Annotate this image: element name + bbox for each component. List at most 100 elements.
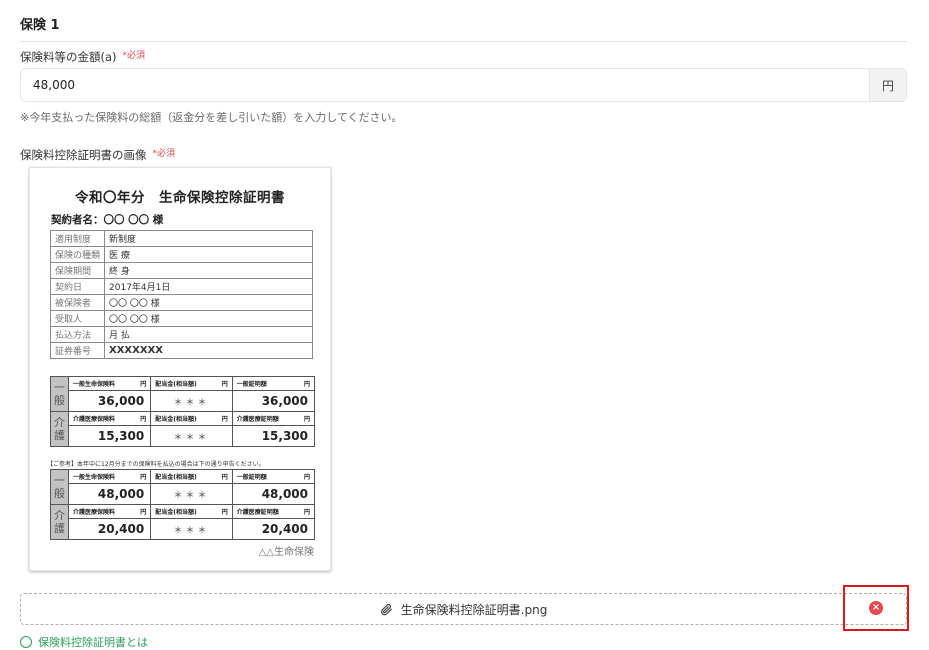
- info-key: 被保険者: [49, 294, 106, 311]
- header-text: 配当金(相当額): [155, 416, 197, 423]
- amount-header: 介護医療保険料 円: [67, 504, 152, 519]
- amount-header: 介護医療証明額 円: [231, 504, 316, 519]
- yen-mark: 円: [221, 474, 228, 481]
- info-value: 新制度: [104, 230, 313, 247]
- table-row: 受取人 〇〇 〇〇 様: [49, 310, 313, 327]
- info-key: 払込方法: [49, 326, 106, 343]
- table-row: 48,000 ＊＊＊ 48,000: [51, 483, 316, 505]
- premium-input-group: 円: [20, 68, 907, 102]
- amount-value: 15,300: [67, 425, 152, 447]
- yen-mark: 円: [140, 381, 147, 388]
- amount-value: 20,400: [67, 518, 152, 540]
- certificate-contractor: 契約者名：〇〇 〇〇 様: [51, 214, 164, 226]
- general-side-label: 一般: [50, 469, 69, 505]
- care-side-label: 介護: [50, 504, 69, 540]
- amount-value: 48,000: [67, 483, 152, 505]
- amount-header: 一般証明額 円: [231, 376, 316, 391]
- amount-header: 一般生命保険料 円: [67, 469, 152, 484]
- table-row: 保険期間終 身: [49, 262, 313, 279]
- table-row: 一般 一般生命保険料 円 配当金(相当額) 円 一般証明額 円: [50, 469, 316, 505]
- amount-header: 介護医療証明額 円: [231, 411, 316, 426]
- required-mark: *必須: [122, 51, 146, 61]
- attached-file-name: 生命保険料控除証明書.png: [400, 602, 548, 617]
- image-field-label: 保険料控除証明書の画像 *必須: [20, 146, 175, 163]
- amount-header: 一般証明額 円: [231, 469, 316, 484]
- amount-value: 36,000: [231, 390, 316, 412]
- amount-value: 36,000: [67, 390, 152, 412]
- info-value: 2017年4月1日: [104, 278, 313, 295]
- header-text: 一般証明額: [236, 474, 267, 481]
- premium-field-label: 保険料等の金額(a) *必須: [20, 48, 145, 65]
- yen-mark: 円: [221, 509, 228, 516]
- yen-mark: 円: [140, 509, 147, 516]
- info-key: 受取人: [49, 310, 106, 327]
- amount-value: ＊＊＊: [150, 425, 233, 447]
- info-key: 保険の種類: [49, 246, 106, 263]
- premium-hint: ※今年支払った保険料の総額（返金分を差し引いた額）を入力してください。: [20, 111, 403, 124]
- section-title: 保険 1: [20, 18, 60, 33]
- info-value: 〇〇 〇〇 様: [104, 310, 313, 327]
- yen-mark: 円: [303, 509, 310, 516]
- general-side-label: 一般: [50, 376, 69, 412]
- certificate-issuer: △△生命保険: [258, 547, 314, 558]
- info-value: 月 払: [104, 326, 313, 343]
- certificate-image-preview: 令和〇年分 生命保険控除証明書 契約者名：〇〇 〇〇 様 適用制度 新制度 保険の…: [29, 167, 331, 571]
- yen-mark: 円: [303, 474, 310, 481]
- header-text: 一般生命保険料: [73, 474, 116, 481]
- table-row: 介護 介護医療保険料 円 配当金(相当額) 円 介護医療証明額 円: [50, 411, 316, 447]
- amount-header: 配当金(相当額) 円: [150, 411, 233, 426]
- info-key: 証券番号: [49, 342, 106, 359]
- info-value: 終 身: [104, 262, 313, 279]
- info-key: 適用制度: [49, 230, 106, 247]
- care-side-label: 介護: [50, 411, 69, 447]
- table-row: 36,000 ＊＊＊ 36,000: [51, 390, 316, 412]
- table-row: 証券番号 XXXXXXX: [49, 342, 313, 359]
- certificate-info-link-label: 保険料控除証明書とは: [38, 636, 148, 649]
- premium-amount-input[interactable]: [21, 69, 871, 101]
- info-value: XXXXXXX: [104, 342, 313, 359]
- info-value: 〇〇 〇〇 様: [104, 294, 313, 311]
- info-value: 医 療: [104, 246, 313, 263]
- table-row: 払込方法月 払: [49, 326, 313, 343]
- remove-file-button[interactable]: ×: [843, 585, 909, 631]
- header-text: 介護医療保険料: [73, 416, 116, 423]
- table-row: 契約日 2017年4月1日: [49, 278, 313, 295]
- header-text: 介護医療保険料: [73, 509, 116, 516]
- amount-header: 介護医療保険料 円: [67, 411, 152, 426]
- table-row: 一般 一般生命保険料 円 配当金(相当額) 円 一般証明額 円: [50, 376, 316, 412]
- amount-table-reference: 一般 一般生命保険料円 配当金(相当額) 円 一般証明額円 48,000 ＊＊＊ …: [50, 469, 316, 540]
- table-row: 適用制度 新制度: [49, 230, 313, 247]
- close-circle-icon: ×: [869, 601, 883, 615]
- header-text: 配当金(相当額): [155, 509, 197, 516]
- yen-mark: 円: [303, 381, 310, 388]
- divider: [20, 41, 907, 42]
- header-text: 介護医療証明額: [236, 416, 279, 423]
- certificate-info-table: 適用制度 新制度 保険の種類医 療 保険期間終 身 契約日 2017年4月1日 被保…: [49, 230, 313, 359]
- yen-mark: 円: [140, 416, 147, 423]
- table-row: 被保険者 〇〇 〇〇 様: [49, 294, 313, 311]
- yen-mark: 円: [140, 474, 147, 481]
- amount-header: 配当金(相当額) 円: [150, 469, 233, 484]
- attached-file-bar[interactable]: 生命保険料控除証明書.png: [20, 593, 907, 625]
- yen-mark: 円: [221, 416, 228, 423]
- yen-mark: 円: [303, 416, 310, 423]
- header-text: 配当金(相当額): [155, 474, 197, 481]
- amount-value: 20,400: [231, 518, 316, 540]
- info-key: 契約日: [49, 278, 106, 295]
- table-row: 保険の種類医 療: [49, 246, 313, 263]
- yen-unit-label: 円: [869, 69, 906, 101]
- header-text: 介護医療証明額: [236, 509, 279, 516]
- amount-value: ＊＊＊: [150, 483, 233, 505]
- certificate-reference-note: 【ご参考】本年中に12月分までの保険料を払込の場合は下の通り申告ください。: [47, 461, 265, 468]
- header-text: 一般生命保険料: [73, 381, 116, 388]
- certificate-title: 令和〇年分 生命保険控除証明書: [75, 190, 285, 206]
- amount-header: 一般生命保険料 円: [67, 376, 152, 391]
- info-circle-icon: [20, 636, 32, 648]
- amount-header: 配当金(相当額) 円: [150, 504, 233, 519]
- table-row: 20,400 ＊＊＊ 20,400: [51, 518, 316, 540]
- image-label-text: 保険料控除証明書の画像: [20, 148, 147, 162]
- certificate-info-link[interactable]: 保険料控除証明書とは: [20, 634, 148, 650]
- amount-value: 15,300: [231, 425, 316, 447]
- amount-value: 48,000: [231, 483, 316, 505]
- amount-table-current: 一般 一般生命保険料円 配当金(相当額) 円 一般証明額円 36,000 ＊＊＊ …: [50, 376, 316, 447]
